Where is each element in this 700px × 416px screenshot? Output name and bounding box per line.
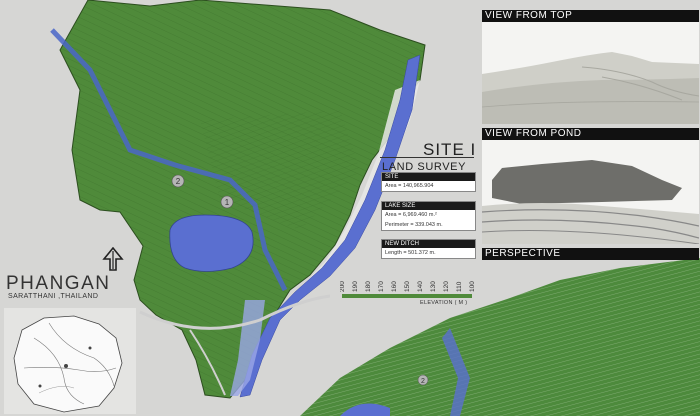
svg-text:2: 2: [176, 177, 181, 186]
site-area: Area = 140,965.904: [385, 183, 434, 189]
view-from-top-title: VIEW FROM TOP: [482, 10, 699, 22]
lake: [169, 214, 254, 272]
elevation-tick-160: 160: [391, 281, 398, 292]
view-from-top-panel: VIEW FROM TOP: [482, 10, 699, 124]
elevation-tick-140: 140: [417, 281, 424, 292]
view-from-pond-render: [482, 140, 699, 244]
elevation-bar: [342, 294, 472, 298]
elevation-tick-110: 110: [456, 281, 463, 292]
lake-info-heading: LAKE SIZE: [382, 202, 475, 210]
elevation-tick-200: 200: [340, 281, 346, 292]
elevation-label: ELEVATION ( M ): [420, 300, 468, 306]
ditch-length: Length = 501.372 m.: [385, 250, 436, 256]
title-rule: [380, 157, 474, 158]
place-region: SARATTHANI ,THAILAND: [8, 293, 99, 300]
elevation-tick-180: 180: [365, 281, 372, 292]
elevation-tick-100: 100: [469, 281, 474, 292]
north-arrow-icon: [102, 247, 124, 271]
elevation-tick-130: 130: [430, 281, 437, 292]
elevation-tick-190: 190: [352, 281, 359, 292]
perspective-title: PERSPECTIVE: [482, 248, 699, 260]
lake-perimeter: Perimeter = 339.043 m.: [385, 222, 443, 228]
perspective-marker-2: 2: [417, 374, 429, 386]
elevation-tick-150: 150: [404, 281, 411, 292]
ditch-info-box: NEW DITCH Length = 501.372 m.: [381, 239, 476, 259]
lake-info-box: LAKE SIZE Area = 6,969.460 m.² Perimeter…: [381, 201, 476, 231]
place-name: PHANGAN: [6, 273, 111, 294]
view-from-top-render: [482, 22, 699, 124]
svg-text:2: 2: [421, 378, 425, 385]
ditch-info-heading: NEW DITCH: [382, 240, 475, 248]
marker-2: 2: [171, 174, 185, 188]
marker-1: 1: [220, 195, 234, 209]
perspective-panel: PERSPECTIVE: [482, 248, 699, 260]
elevation-tick-170: 170: [378, 281, 385, 292]
site-info-box: SITE Area = 140,965.904: [381, 172, 476, 192]
elevation-tick-120: 120: [443, 281, 450, 292]
svg-text:1: 1: [225, 198, 230, 207]
island-location-map: [4, 308, 136, 414]
lake-area: Area = 6,969.460 m.²: [385, 212, 437, 218]
site-info-heading: SITE: [382, 173, 475, 181]
view-from-pond-title: VIEW FROM POND: [482, 128, 699, 140]
view-from-pond-panel: VIEW FROM POND: [482, 128, 699, 244]
elevation-scale: 200 190 180 170 160 150 140 130 120 110 100: [340, 281, 474, 298]
